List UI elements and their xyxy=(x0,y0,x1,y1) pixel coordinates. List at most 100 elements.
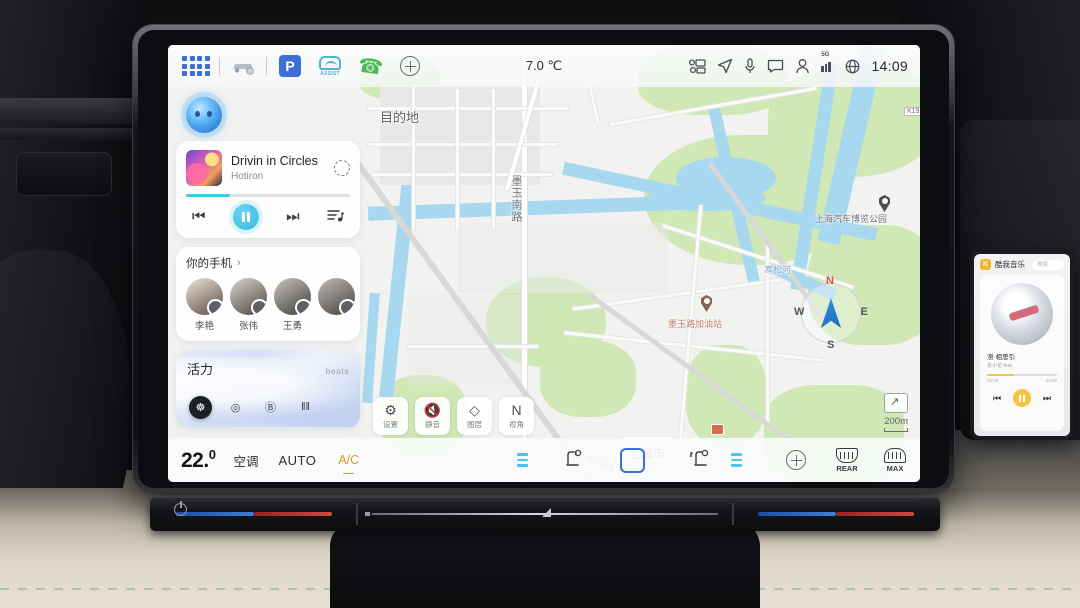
map-poi-pin-park[interactable] xyxy=(879,195,890,212)
mode-active-icon[interactable]: ☸ xyxy=(189,395,212,419)
map-label-gas-station: 墨玉路加油站 xyxy=(668,319,723,329)
climate-temperature[interactable]: 22.0 xyxy=(168,447,216,473)
contact-list: 李艳 张伟 王勇 xyxy=(186,277,355,332)
climate-ac-mode-button[interactable]: A/C xyxy=(338,453,359,474)
playlist-icon[interactable] xyxy=(327,208,345,226)
navigation-arrow-icon[interactable] xyxy=(717,58,733,74)
vitality-brand: beats xyxy=(325,365,349,376)
map-viewmode-button[interactable]: N 视角 xyxy=(499,397,534,435)
dash-trim-left-lower xyxy=(0,128,132,140)
map-zoom-toggle-icon[interactable] xyxy=(884,393,908,413)
climate-auto-button[interactable]: AUTO xyxy=(278,453,316,468)
air-vent-left xyxy=(16,152,112,196)
avatar xyxy=(230,277,267,315)
home-square-icon[interactable] xyxy=(620,447,645,473)
music-artist: Hotiron xyxy=(231,171,264,183)
rear-defrost-button[interactable]: REAR xyxy=(836,447,858,473)
list-item[interactable]: 李艳 xyxy=(186,277,223,332)
profile-icon[interactable] xyxy=(795,58,810,74)
shuffle-icon[interactable] xyxy=(331,157,353,179)
music-title: Drivin in Circles xyxy=(231,153,318,168)
mode-equalizer-icon[interactable]: ‖‖ xyxy=(294,396,317,419)
map-mute-button[interactable]: 🔇 静音 xyxy=(415,397,450,435)
driver-temp-warm-slider[interactable] xyxy=(254,512,332,516)
assist-button[interactable]: ASSIST xyxy=(310,45,350,87)
contact-name: 王勇 xyxy=(282,320,302,332)
passenger-controls: ⏮ ⏭ xyxy=(987,389,1057,407)
voice-assistant-avatar[interactable] xyxy=(186,97,222,133)
passenger-progress-bar[interactable] xyxy=(987,374,1057,376)
map-settings-label: 设置 xyxy=(383,419,398,429)
vitality-title: 活力 xyxy=(187,361,214,377)
passenger-search-input[interactable]: 搜索 xyxy=(1032,259,1064,270)
list-item[interactable]: 王勇 xyxy=(274,277,311,332)
console-tunnel xyxy=(330,522,760,608)
passenger-song-artist: 张小花 feat. xyxy=(987,363,1014,369)
map-poi-pin-gas[interactable] xyxy=(701,295,712,312)
passenger-prev-button[interactable]: ⏮ xyxy=(993,393,1001,404)
seat-vent-icon-right[interactable] xyxy=(689,448,713,473)
kuwo-logo-icon: K xyxy=(980,259,991,270)
passenger-time-total: 03:48 xyxy=(1045,378,1057,383)
list-item[interactable] xyxy=(318,277,355,332)
parking-brake-button[interactable]: P xyxy=(270,45,310,87)
map-layers-button[interactable]: ◇ 图层 xyxy=(457,397,492,435)
network-type-label: 5G xyxy=(821,52,830,58)
map-poi-marker[interactable] xyxy=(711,424,724,435)
compass-west-label: W xyxy=(794,306,805,318)
power-button-icon[interactable] xyxy=(174,501,187,516)
vitality-card[interactable]: 活力 beats ☸ ◎ Ⓑ ‖‖ xyxy=(176,349,360,428)
mode-spiral-icon[interactable]: ◎ xyxy=(224,396,247,419)
globe-icon[interactable] xyxy=(845,59,860,74)
car-settings-button[interactable] xyxy=(223,45,263,87)
map-compass[interactable]: N S E W xyxy=(794,275,868,351)
physical-control-bar[interactable] xyxy=(150,497,940,531)
compass-north-label: N xyxy=(826,275,834,287)
rear-defrost-label: REAR xyxy=(836,463,858,473)
music-player-card[interactable]: Drivin in Circles Hotiron ⏮ ⏭ xyxy=(176,141,360,238)
volume-slider[interactable] xyxy=(365,508,718,517)
passenger-play-pause-button[interactable] xyxy=(1012,389,1031,407)
climate-bar: 22.0 空调 AUTO A/C REAR MAX xyxy=(168,438,920,482)
passenger-now-playing-card: 澇·相思引 张小花 feat. 01:09 03:48 ⏮ ⏭ xyxy=(980,275,1064,431)
music-play-pause-button[interactable] xyxy=(232,203,259,230)
microphone-icon[interactable] xyxy=(744,58,756,74)
phone-button[interactable]: ☎ xyxy=(350,45,390,87)
map-highway-badge: K192 xyxy=(904,107,920,116)
message-icon[interactable] xyxy=(767,59,784,73)
climate-temp-decimal: 0 xyxy=(208,447,216,462)
climate-ac-button[interactable]: 空调 xyxy=(233,451,258,470)
list-item[interactable]: 张伟 xyxy=(230,277,267,332)
your-phone-card[interactable]: 你的手机 › 李艳 张伟 王勇 xyxy=(176,246,360,341)
album-art xyxy=(186,150,222,186)
driver-temp-cool-slider[interactable] xyxy=(176,512,254,516)
mode-beats-icon[interactable]: Ⓑ xyxy=(259,396,282,419)
your-phone-header[interactable]: 你的手机 › xyxy=(186,255,350,271)
max-defrost-button[interactable]: MAX xyxy=(884,447,906,473)
passenger-album-art xyxy=(991,283,1053,345)
music-prev-button[interactable]: ⏮ xyxy=(192,209,206,224)
passenger-display[interactable]: K 酷我音乐 搜索 澇·相思引 张小花 feat. 01:09 03:48 ⏮ … xyxy=(970,250,1074,440)
parking-badge: P xyxy=(279,55,301,77)
app-drawer-button[interactable] xyxy=(176,45,216,87)
passenger-temp-cool-slider[interactable] xyxy=(758,512,836,516)
passenger-temp-warm-slider[interactable] xyxy=(836,512,914,516)
add-shortcut-button[interactable] xyxy=(390,45,430,87)
music-next-button[interactable]: ⏭ xyxy=(286,209,300,224)
passenger-next-button[interactable]: ⏭ xyxy=(1043,393,1051,404)
map-label-river: 寒松河 xyxy=(764,265,792,275)
infotainment-screen[interactable]: 目的地 墨玉南路 上海汽车博览公园 墨玉路加油站 寒松河 新马路 K192 N … xyxy=(168,45,920,482)
map-scale-label: 200m xyxy=(884,416,908,427)
seat-heat-icon-left[interactable] xyxy=(562,448,584,473)
assist-label: ASSIST xyxy=(320,70,340,77)
fan-level-icon-right[interactable] xyxy=(731,453,742,467)
dashcam-icon[interactable] xyxy=(689,58,706,74)
map-settings-button[interactable]: ⚙ 设置 xyxy=(373,397,408,435)
fan-level-icon-left[interactable] xyxy=(517,453,528,467)
passenger-display-screen[interactable]: K 酷我音乐 搜索 澇·相思引 张小花 feat. 01:09 03:48 ⏮ … xyxy=(974,254,1070,436)
climate-add-button[interactable] xyxy=(786,450,806,470)
status-bar-right-group: 5G 14:09 xyxy=(689,52,920,74)
divider xyxy=(732,503,734,525)
music-meta: Drivin in Circles Hotiron xyxy=(231,154,325,183)
passenger-app-name: 酷我音乐 xyxy=(995,260,1025,269)
